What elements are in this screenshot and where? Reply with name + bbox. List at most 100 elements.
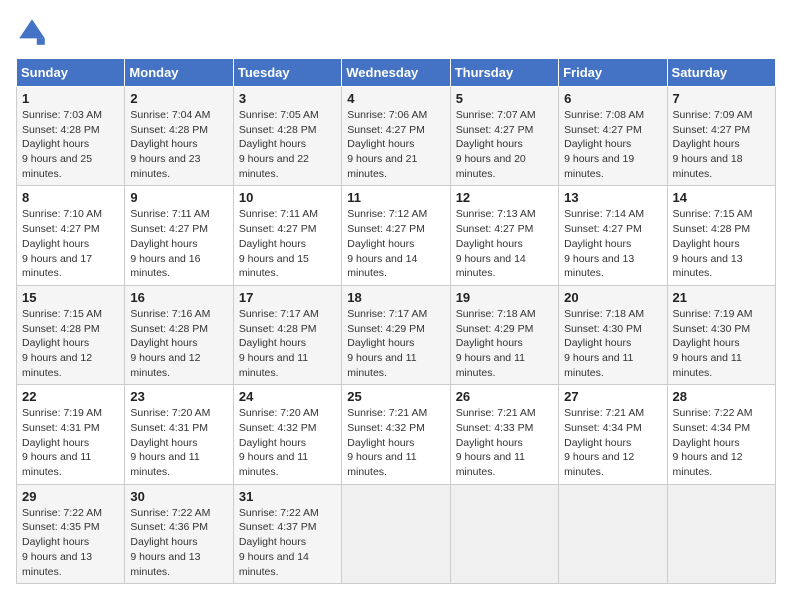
calendar-cell: 4 Sunrise: 7:06 AMSunset: 4:27 PMDayligh… (342, 87, 450, 186)
weekday-header: Sunday (17, 59, 125, 87)
calendar-cell: 14 Sunrise: 7:15 AMSunset: 4:28 PMDaylig… (667, 186, 775, 285)
day-info: Sunrise: 7:11 AMSunset: 4:27 PMDaylight … (130, 208, 209, 279)
day-info: Sunrise: 7:21 AMSunset: 4:32 PMDaylight … (347, 407, 427, 478)
day-info: Sunrise: 7:19 AMSunset: 4:31 PMDaylight … (22, 407, 102, 478)
day-number: 8 (22, 190, 119, 205)
calendar-cell: 1 Sunrise: 7:03 AMSunset: 4:28 PMDayligh… (17, 87, 125, 186)
day-info: Sunrise: 7:05 AMSunset: 4:28 PMDaylight … (239, 109, 319, 180)
day-info: Sunrise: 7:18 AMSunset: 4:30 PMDaylight … (564, 308, 644, 379)
day-info: Sunrise: 7:17 AMSunset: 4:29 PMDaylight … (347, 308, 427, 379)
day-info: Sunrise: 7:04 AMSunset: 4:28 PMDaylight … (130, 109, 210, 180)
day-number: 1 (22, 91, 119, 106)
day-number: 21 (673, 290, 770, 305)
day-number: 20 (564, 290, 661, 305)
day-info: Sunrise: 7:16 AMSunset: 4:28 PMDaylight … (130, 308, 210, 379)
day-number: 31 (239, 489, 336, 504)
calendar-cell (342, 484, 450, 583)
day-number: 24 (239, 389, 336, 404)
calendar-cell: 16 Sunrise: 7:16 AMSunset: 4:28 PMDaylig… (125, 285, 233, 384)
day-number: 7 (673, 91, 770, 106)
calendar-week-row: 1 Sunrise: 7:03 AMSunset: 4:28 PMDayligh… (17, 87, 776, 186)
day-info: Sunrise: 7:06 AMSunset: 4:27 PMDaylight … (347, 109, 427, 180)
weekday-header: Saturday (667, 59, 775, 87)
day-number: 2 (130, 91, 227, 106)
calendar-cell: 27 Sunrise: 7:21 AMSunset: 4:34 PMDaylig… (559, 385, 667, 484)
day-info: Sunrise: 7:21 AMSunset: 4:33 PMDaylight … (456, 407, 536, 478)
day-info: Sunrise: 7:08 AMSunset: 4:27 PMDaylight … (564, 109, 644, 180)
day-number: 11 (347, 190, 444, 205)
day-info: Sunrise: 7:07 AMSunset: 4:27 PMDaylight … (456, 109, 536, 180)
calendar-cell: 13 Sunrise: 7:14 AMSunset: 4:27 PMDaylig… (559, 186, 667, 285)
day-info: Sunrise: 7:22 AMSunset: 4:34 PMDaylight … (673, 407, 753, 478)
day-info: Sunrise: 7:19 AMSunset: 4:30 PMDaylight … (673, 308, 753, 379)
header (16, 16, 776, 48)
calendar-cell: 23 Sunrise: 7:20 AMSunset: 4:31 PMDaylig… (125, 385, 233, 484)
calendar-cell: 20 Sunrise: 7:18 AMSunset: 4:30 PMDaylig… (559, 285, 667, 384)
calendar-week-row: 15 Sunrise: 7:15 AMSunset: 4:28 PMDaylig… (17, 285, 776, 384)
day-number: 17 (239, 290, 336, 305)
day-number: 25 (347, 389, 444, 404)
day-number: 27 (564, 389, 661, 404)
day-number: 12 (456, 190, 553, 205)
day-info: Sunrise: 7:10 AMSunset: 4:27 PMDaylight … (22, 208, 102, 279)
calendar-cell: 10 Sunrise: 7:11 AMSunset: 4:27 PMDaylig… (233, 186, 341, 285)
calendar-cell: 28 Sunrise: 7:22 AMSunset: 4:34 PMDaylig… (667, 385, 775, 484)
calendar-cell: 2 Sunrise: 7:04 AMSunset: 4:28 PMDayligh… (125, 87, 233, 186)
calendar-week-row: 22 Sunrise: 7:19 AMSunset: 4:31 PMDaylig… (17, 385, 776, 484)
day-number: 6 (564, 91, 661, 106)
calendar-cell: 5 Sunrise: 7:07 AMSunset: 4:27 PMDayligh… (450, 87, 558, 186)
day-info: Sunrise: 7:11 AMSunset: 4:27 PMDaylight … (239, 208, 318, 279)
weekday-header: Tuesday (233, 59, 341, 87)
day-info: Sunrise: 7:15 AMSunset: 4:28 PMDaylight … (673, 208, 753, 279)
calendar-cell: 6 Sunrise: 7:08 AMSunset: 4:27 PMDayligh… (559, 87, 667, 186)
calendar-cell: 19 Sunrise: 7:18 AMSunset: 4:29 PMDaylig… (450, 285, 558, 384)
day-number: 10 (239, 190, 336, 205)
calendar-cell: 22 Sunrise: 7:19 AMSunset: 4:31 PMDaylig… (17, 385, 125, 484)
weekday-header: Wednesday (342, 59, 450, 87)
day-info: Sunrise: 7:21 AMSunset: 4:34 PMDaylight … (564, 407, 644, 478)
weekday-header: Thursday (450, 59, 558, 87)
calendar-cell: 24 Sunrise: 7:20 AMSunset: 4:32 PMDaylig… (233, 385, 341, 484)
calendar-cell: 7 Sunrise: 7:09 AMSunset: 4:27 PMDayligh… (667, 87, 775, 186)
calendar-cell: 30 Sunrise: 7:22 AMSunset: 4:36 PMDaylig… (125, 484, 233, 583)
calendar-cell: 31 Sunrise: 7:22 AMSunset: 4:37 PMDaylig… (233, 484, 341, 583)
calendar-cell (450, 484, 558, 583)
day-number: 30 (130, 489, 227, 504)
day-number: 22 (22, 389, 119, 404)
logo-icon (16, 16, 48, 48)
day-number: 19 (456, 290, 553, 305)
day-number: 23 (130, 389, 227, 404)
calendar-cell (667, 484, 775, 583)
weekday-header-row: SundayMondayTuesdayWednesdayThursdayFrid… (17, 59, 776, 87)
day-info: Sunrise: 7:12 AMSunset: 4:27 PMDaylight … (347, 208, 427, 279)
day-info: Sunrise: 7:15 AMSunset: 4:28 PMDaylight … (22, 308, 102, 379)
day-number: 3 (239, 91, 336, 106)
day-info: Sunrise: 7:14 AMSunset: 4:27 PMDaylight … (564, 208, 644, 279)
day-number: 29 (22, 489, 119, 504)
calendar-week-row: 29 Sunrise: 7:22 AMSunset: 4:35 PMDaylig… (17, 484, 776, 583)
day-info: Sunrise: 7:20 AMSunset: 4:32 PMDaylight … (239, 407, 319, 478)
day-number: 5 (456, 91, 553, 106)
day-number: 13 (564, 190, 661, 205)
day-info: Sunrise: 7:13 AMSunset: 4:27 PMDaylight … (456, 208, 536, 279)
day-info: Sunrise: 7:03 AMSunset: 4:28 PMDaylight … (22, 109, 102, 180)
calendar-cell: 18 Sunrise: 7:17 AMSunset: 4:29 PMDaylig… (342, 285, 450, 384)
logo (16, 16, 52, 48)
calendar-cell: 25 Sunrise: 7:21 AMSunset: 4:32 PMDaylig… (342, 385, 450, 484)
day-info: Sunrise: 7:17 AMSunset: 4:28 PMDaylight … (239, 308, 319, 379)
calendar-cell: 3 Sunrise: 7:05 AMSunset: 4:28 PMDayligh… (233, 87, 341, 186)
calendar-cell (559, 484, 667, 583)
weekday-header: Monday (125, 59, 233, 87)
day-info: Sunrise: 7:22 AMSunset: 4:35 PMDaylight … (22, 507, 102, 578)
calendar-cell: 12 Sunrise: 7:13 AMSunset: 4:27 PMDaylig… (450, 186, 558, 285)
calendar-cell: 29 Sunrise: 7:22 AMSunset: 4:35 PMDaylig… (17, 484, 125, 583)
day-number: 14 (673, 190, 770, 205)
calendar-cell: 21 Sunrise: 7:19 AMSunset: 4:30 PMDaylig… (667, 285, 775, 384)
calendar-cell: 26 Sunrise: 7:21 AMSunset: 4:33 PMDaylig… (450, 385, 558, 484)
day-number: 26 (456, 389, 553, 404)
day-info: Sunrise: 7:09 AMSunset: 4:27 PMDaylight … (673, 109, 753, 180)
day-info: Sunrise: 7:20 AMSunset: 4:31 PMDaylight … (130, 407, 210, 478)
day-number: 16 (130, 290, 227, 305)
calendar-cell: 8 Sunrise: 7:10 AMSunset: 4:27 PMDayligh… (17, 186, 125, 285)
day-info: Sunrise: 7:22 AMSunset: 4:36 PMDaylight … (130, 507, 210, 578)
